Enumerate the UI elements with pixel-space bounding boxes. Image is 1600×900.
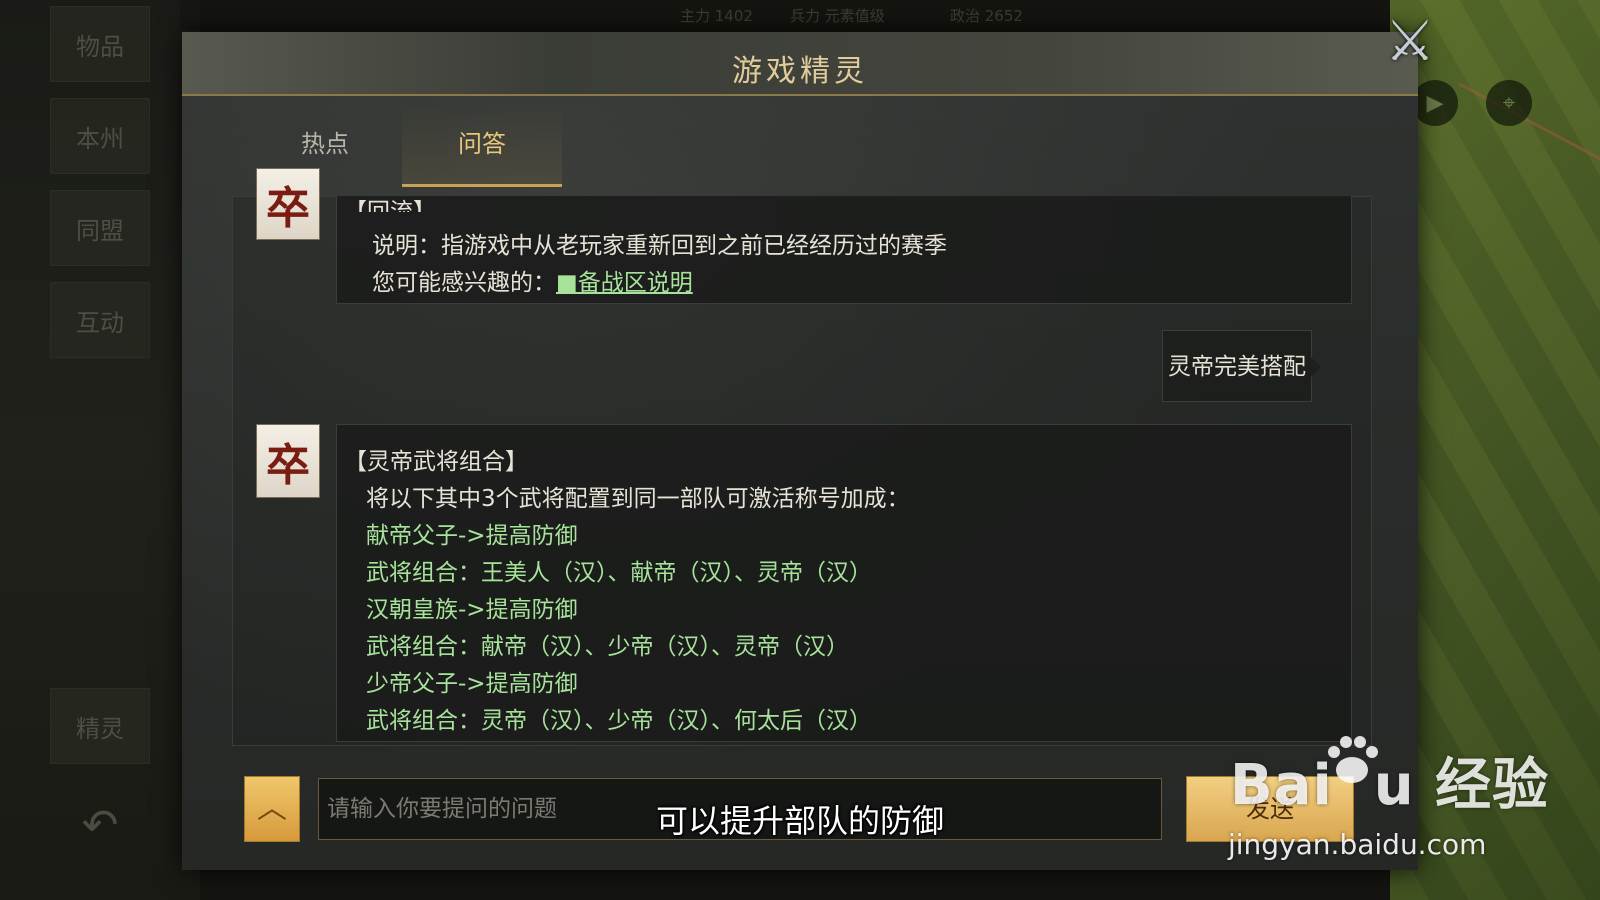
message-line: 汉朝皇族->提高防御 [366,597,578,623]
dialog-title: 游戏精灵 [732,54,868,89]
play-icon: ▶ [1412,80,1458,126]
resource-readout: 兵力 元素值级 [790,7,885,25]
bot-avatar: 卒 [256,168,320,240]
message-line: 少帝父子->提高防御 [366,671,578,697]
message-line: 说明：指游戏中从老玩家重新回到之前已经经历过的赛季 [372,233,947,259]
tab-qa[interactable]: 问答 [402,104,562,187]
game-sidebar-backdrop: 物品 本州 同盟 互动 精灵 ↶ [0,0,200,900]
crossed-swords-icon[interactable]: ⚔ [1382,10,1438,74]
resource-readout: 政治 2652 [950,7,1023,25]
prep-zone-link[interactable]: ■备战区说明 [556,270,693,296]
message-text: 您可能感兴趣的： [372,270,556,296]
sidebar-button-alliance: 同盟 [50,190,150,266]
message-line: 您可能感兴趣的：■备战区说明 [372,263,693,297]
baidu-paw-icon [1328,736,1378,783]
user-message-bubble: 灵帝完美搭配 [1162,330,1321,402]
message-line: 武将组合：灵帝（汉）、少帝（汉）、何太后（汉） [366,708,872,734]
message-line: 献帝父子->提高防御 [366,523,578,549]
watermark-url: jingyan.baidu.com [1228,828,1487,861]
message-line: 【灵帝武将组合】 [344,449,528,475]
message-line: 武将组合：王美人（汉）、献帝（汉）、灵帝（汉） [366,560,872,586]
baidu-jingyan-logo: Baidu 经验 [1230,753,1550,818]
bot-avatar: 卒 [256,424,320,498]
sidebar-button-interact: 互动 [50,282,150,358]
message-line: 武将组合：献帝（汉）、少帝（汉）、灵帝（汉） [366,634,849,660]
message-line: 【回流】 [344,199,436,212]
sidebar-button-items: 物品 [50,6,150,82]
resource-readout: 主力 1402 [680,7,753,25]
sidebar-button-state: 本州 [50,98,150,174]
message-line: 将以下其中3个武将配置到同一部队可激活称号加成： [366,486,910,512]
dialog-title-bar: 游戏精灵 [182,32,1418,96]
location-pin-icon: ⌖ [1486,80,1532,126]
sidebar-button-spirit: 精灵 [50,688,150,764]
